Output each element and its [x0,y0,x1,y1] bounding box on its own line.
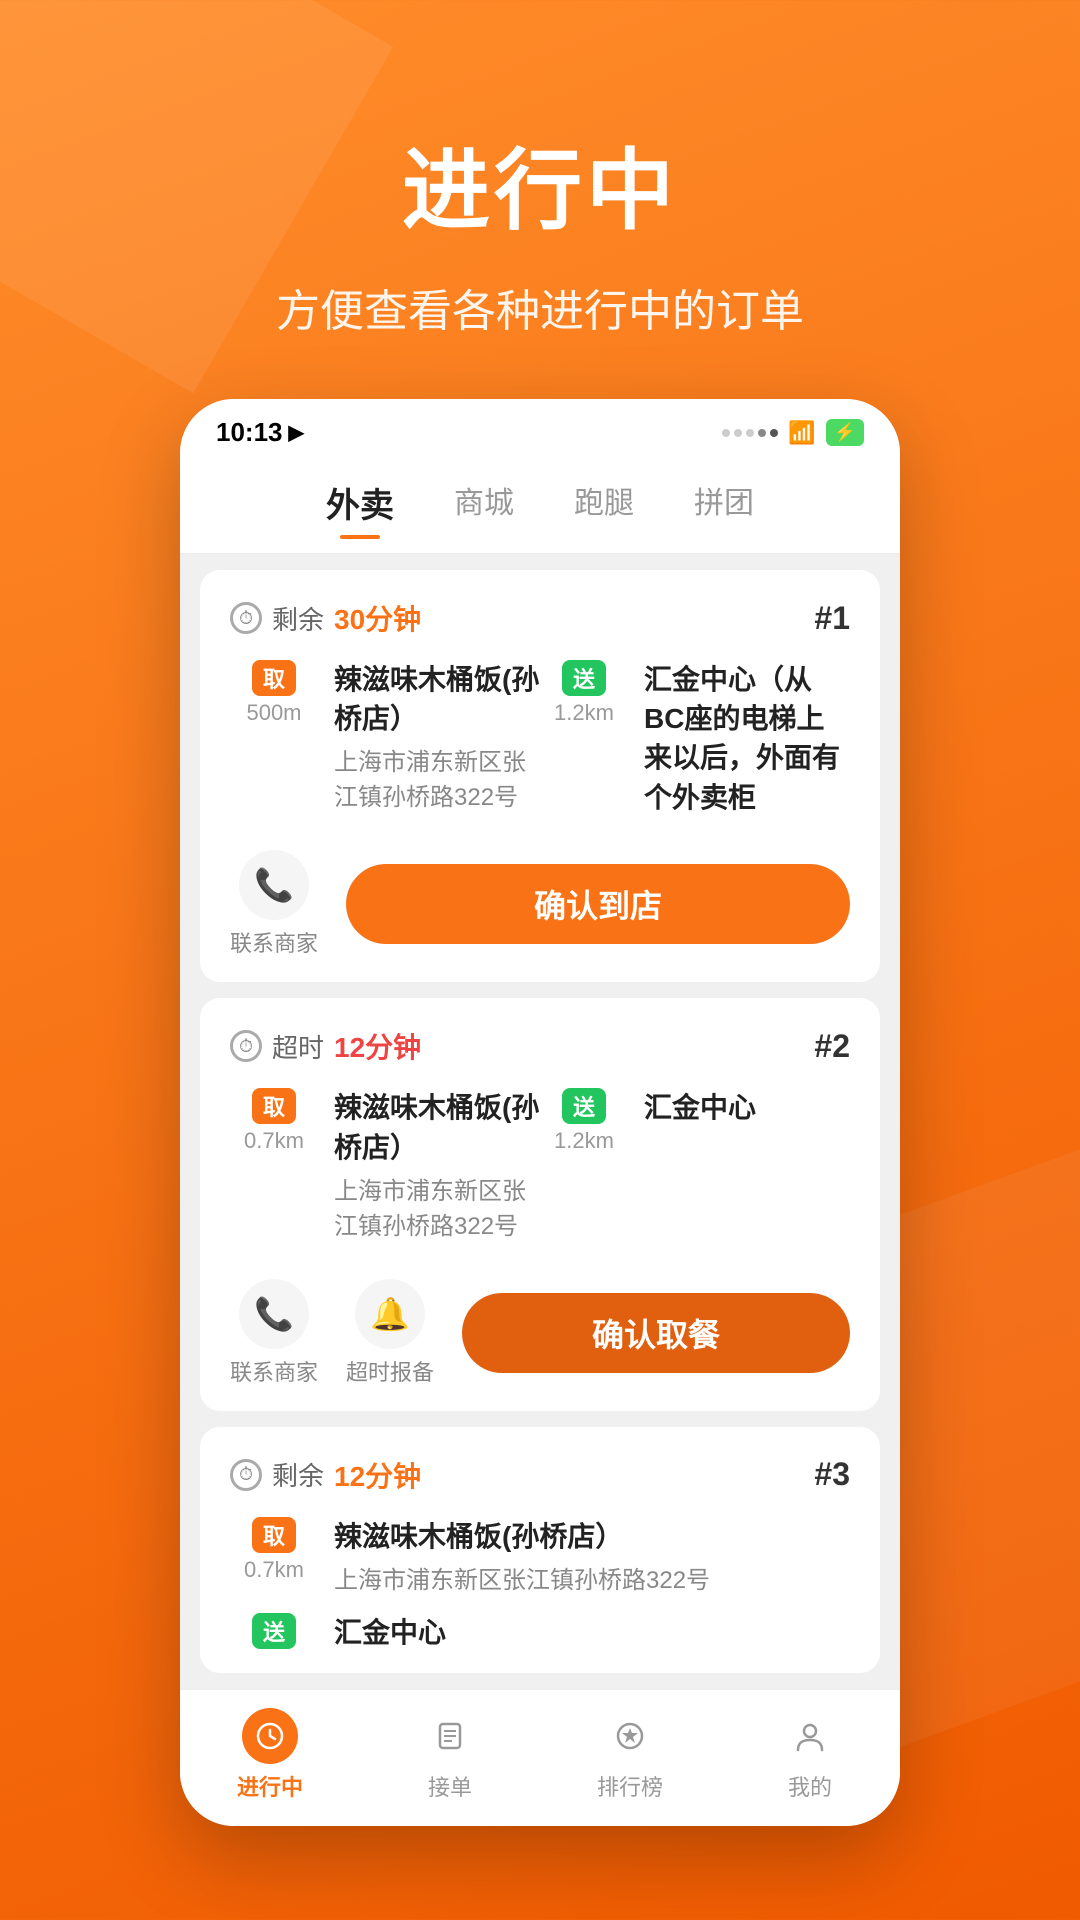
order-timer-3: ⏱ 剩余 12分钟 [230,1455,421,1495]
pickup-left-2: 取 0.7km [230,1088,318,1240]
timer-value-1: 30分钟 [334,598,421,638]
deliver-left-3: 送 [230,1613,318,1653]
deliver-dist-2: 1.2km [554,1128,614,1154]
deliver-badge-2: 送 [562,1088,606,1124]
pickup-addr-3: 上海市浦东新区张江镇孙桥路322号 [334,1560,850,1595]
nav-icon-ongoing [242,1708,298,1764]
deliver-name-2: 汇金中心 [644,1088,850,1127]
status-time: 10:13 ▶ [216,417,304,448]
pickup-name-2: 辣滋味木桶饭(孙桥店） [334,1088,540,1166]
timer-icon-3: ⏱ [230,1459,262,1491]
pickup-badge-1: 取 [252,660,296,696]
pickup-name-3: 辣滋味木桶饭(孙桥店） [334,1517,850,1556]
order-card-2: ⏱ 超时 12分钟 #2 取 0.7km 辣滋味木桶饭(孙桥店） [200,998,880,1410]
timer-prefix-1: 剩余 [272,600,324,637]
battery-icon: ⚡ [826,419,864,446]
nav-item-ranking[interactable]: 排行榜 [570,1708,690,1802]
tab-pintuan[interactable]: 拼团 [694,478,754,537]
alert-label-2: 超时报备 [346,1355,434,1387]
pickup-addr-1: 上海市浦东新区张江镇孙桥路322号 [334,742,540,812]
tab-paotui[interactable]: 跑腿 [574,478,634,537]
phone-mockup: 10:13 ▶ 📶 ⚡ 外卖 商城 跑腿 拼团 [180,399,900,1826]
deliver-left-2: 送 1.2km [540,1088,628,1258]
location-icon: ▶ [289,420,304,445]
bottom-nav: 进行中 接单 [180,1689,900,1826]
contact-label-2: 联系商家 [230,1355,318,1387]
nav-item-jiedan[interactable]: 接单 [390,1708,510,1802]
pickup-badge-2: 取 [252,1088,296,1124]
hero-title: 进行中 [402,120,678,247]
contact-label-1: 联系商家 [230,926,318,958]
order-number-3: #3 [814,1456,850,1493]
bell-icon-2: 🔔 [355,1279,425,1349]
nav-icon-mine [782,1708,838,1764]
pickup-name-1: 辣滋味木桶饭(孙桥店） [334,660,540,738]
deliver-dist-1: 1.2km [554,700,614,726]
wifi-icon: 📶 [788,420,815,446]
tab-bar: 外卖 商城 跑腿 拼团 [180,458,900,554]
pickup-dist-2: 0.7km [244,1128,304,1154]
alert-btn-2[interactable]: 🔔 超时报备 [346,1279,434,1387]
nav-label-mine: 我的 [788,1770,832,1802]
order-card-3: ⏱ 剩余 12分钟 #3 取 0.7km 辣滋味木桶饭(孙桥店） 上海市浦东新区… [200,1427,880,1673]
order-header-2: ⏱ 超时 12分钟 #2 [230,1026,850,1066]
pickup-left-1: 取 500m [230,660,318,812]
orders-list: ⏱ 剩余 30分钟 #1 取 500m 辣滋味木桶饭(孙桥店） [180,554,900,1689]
order-timer-2: ⏱ 超时 12分钟 [230,1026,421,1066]
order-card-1: ⏱ 剩余 30分钟 #1 取 500m 辣滋味木桶饭(孙桥店） [200,570,880,982]
status-icons: 📶 ⚡ [722,419,864,446]
confirm-arrive-btn-1[interactable]: 确认到店 [346,864,850,944]
timer-icon-2: ⏱ [230,1030,262,1062]
tab-shangcheng[interactable]: 商城 [454,478,514,537]
phone-icon-2: 📞 [239,1279,309,1349]
timer-icon-1: ⏱ [230,602,262,634]
pickup-dist-3: 0.7km [244,1557,304,1583]
route-1: 取 500m 辣滋味木桶饭(孙桥店） 上海市浦东新区张江镇孙桥路322号 送 1… [230,660,850,830]
nav-item-ongoing[interactable]: 进行中 [210,1708,330,1802]
action-row-2: 📞 联系商家 🔔 超时报备 确认取餐 [230,1279,850,1387]
order-number-2: #2 [814,1028,850,1065]
nav-label-ranking: 排行榜 [597,1770,663,1802]
hero-subtitle: 方便查看各种进行中的订单 [276,275,804,339]
confirm-pickup-btn-2[interactable]: 确认取餐 [462,1293,850,1373]
order-timer-1: ⏱ 剩余 30分钟 [230,598,421,638]
pickup-left-3: 取 0.7km [230,1517,318,1595]
order-header-3: ⏱ 剩余 12分钟 #3 [230,1455,850,1495]
status-bar: 10:13 ▶ 📶 ⚡ [180,399,900,458]
order-number-1: #1 [814,600,850,637]
deliver-name-3: 汇金中心 [334,1613,850,1652]
order-header-1: ⏱ 剩余 30分钟 #1 [230,598,850,638]
route-2: 取 0.7km 辣滋味木桶饭(孙桥店） 上海市浦东新区张江镇孙桥路322号 送 … [230,1088,850,1258]
signal-dots [722,429,778,437]
nav-label-ongoing: 进行中 [237,1770,303,1802]
contact-merchant-btn-1[interactable]: 📞 联系商家 [230,850,318,958]
phone-icon-1: 📞 [239,850,309,920]
time-display: 10:13 [216,417,283,448]
action-row-1: 📞 联系商家 确认到店 [230,850,850,958]
pickup-dist-1: 500m [246,700,301,726]
timer-value-2: 12分钟 [334,1026,421,1066]
nav-icon-ranking [602,1708,658,1764]
nav-icon-jiedan [422,1708,478,1764]
timer-prefix-3: 剩余 [272,1456,324,1493]
timer-value-3: 12分钟 [334,1455,421,1495]
pickup-badge-3: 取 [252,1517,296,1553]
deliver-left-1: 送 1.2km [540,660,628,830]
deliver-badge-1: 送 [562,660,606,696]
contact-merchant-btn-2[interactable]: 📞 联系商家 [230,1279,318,1387]
nav-item-mine[interactable]: 我的 [750,1708,870,1802]
deliver-name-1: 汇金中心（从BC座的电梯上来以后，外面有个外卖柜 [644,660,850,817]
tab-waimai[interactable]: 外卖 [326,478,394,537]
nav-label-jiedan: 接单 [428,1770,472,1802]
deliver-badge-3: 送 [252,1613,296,1649]
pickup-addr-2: 上海市浦东新区张江镇孙桥路322号 [334,1171,540,1241]
timer-prefix-2: 超时 [272,1028,324,1065]
